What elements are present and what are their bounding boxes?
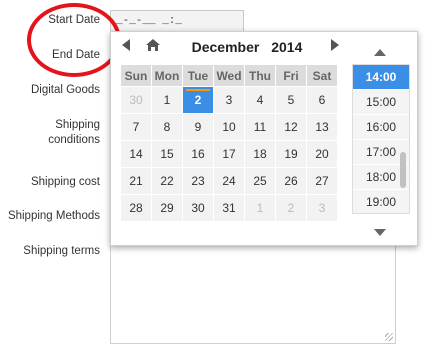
year-label[interactable]: 2014 bbox=[271, 39, 302, 55]
triangle-right-icon[interactable] bbox=[330, 38, 340, 58]
calendar-day[interactable]: 2 bbox=[275, 194, 307, 222]
calendar-day[interactable]: 25 bbox=[244, 167, 276, 195]
time-item[interactable]: 19:00 bbox=[353, 190, 409, 213]
calendar-day-selected[interactable]: 2 bbox=[182, 86, 214, 114]
calendar-day[interactable]: 10 bbox=[213, 113, 245, 141]
calendar-day[interactable]: 7 bbox=[120, 113, 152, 141]
weekday-header: Sat bbox=[306, 64, 338, 87]
shipping-cost-label: Shipping cost bbox=[30, 176, 100, 188]
triangle-left-icon[interactable] bbox=[121, 38, 131, 58]
datetime-picker: December 2014 Sun Mon Tue Wed Thu Fri Sat 30 1 2… bbox=[110, 31, 418, 246]
weekday-header: Thu bbox=[244, 64, 276, 87]
calendar-day[interactable]: 8 bbox=[151, 113, 183, 141]
time-item-selected[interactable]: 14:00 bbox=[353, 65, 409, 90]
calendar-grid: Sun Mon Tue Wed Thu Fri Sat 30 1 2 3 4 5 6 7 8 9 10 11 12 1… bbox=[120, 64, 338, 222]
time-item[interactable]: 16:00 bbox=[353, 115, 409, 140]
shipping-terms-textarea[interactable] bbox=[110, 240, 396, 344]
calendar-day[interactable]: 29 bbox=[151, 194, 183, 222]
weekday-header: Mon bbox=[151, 64, 183, 87]
calendar-day[interactable]: 30 bbox=[182, 194, 214, 222]
calendar-day[interactable]: 30 bbox=[120, 86, 152, 114]
calendar-week-row: 30 1 2 3 4 5 6 bbox=[120, 86, 338, 114]
calendar-day[interactable]: 27 bbox=[306, 167, 338, 195]
calendar-week-row: 28 29 30 31 1 2 3 bbox=[120, 194, 338, 222]
calendar-day[interactable]: 18 bbox=[244, 140, 276, 168]
calendar-day[interactable]: 3 bbox=[306, 194, 338, 222]
calendar-day[interactable]: 31 bbox=[213, 194, 245, 222]
calendar-day[interactable]: 20 bbox=[306, 140, 338, 168]
home-icon[interactable] bbox=[145, 38, 161, 58]
calendar-day[interactable]: 1 bbox=[244, 194, 276, 222]
digital-goods-label: Digital Goods bbox=[30, 84, 100, 96]
resize-grip-icon[interactable] bbox=[385, 333, 393, 341]
triangle-down-icon[interactable] bbox=[373, 225, 387, 236]
calendar-day[interactable]: 11 bbox=[244, 113, 276, 141]
shipping-terms-label: Shipping terms bbox=[23, 245, 100, 257]
calendar-day[interactable]: 1 bbox=[151, 86, 183, 114]
start-date-input[interactable]: _-_-__ _:_ bbox=[110, 10, 244, 32]
weekday-header: Wed bbox=[213, 64, 245, 87]
calendar-day[interactable]: 3 bbox=[213, 86, 245, 114]
calendar-day[interactable]: 19 bbox=[275, 140, 307, 168]
calendar-day[interactable]: 23 bbox=[182, 167, 214, 195]
calendar-day[interactable]: 14 bbox=[120, 140, 152, 168]
calendar-day[interactable]: 15 bbox=[151, 140, 183, 168]
calendar-week-row: 7 8 9 10 11 12 13 bbox=[120, 113, 338, 141]
calendar-day[interactable]: 5 bbox=[275, 86, 307, 114]
shipping-methods-label: Shipping Methods bbox=[7, 210, 100, 222]
annotation-circle bbox=[27, 3, 121, 77]
calendar-day[interactable]: 21 bbox=[120, 167, 152, 195]
calendar-day[interactable]: 12 bbox=[275, 113, 307, 141]
calendar-day[interactable]: 13 bbox=[306, 113, 338, 141]
weekday-header: Sun bbox=[120, 64, 152, 87]
shipping-conditions-label: Shipping conditions bbox=[48, 119, 100, 146]
calendar-week-row: 14 15 16 17 18 19 20 bbox=[120, 140, 338, 168]
time-list: 14:00 15:00 16:00 17:00 18:00 19:00 bbox=[352, 64, 410, 214]
calendar-day[interactable]: 17 bbox=[213, 140, 245, 168]
triangle-up-icon[interactable] bbox=[373, 44, 387, 56]
calendar-day[interactable]: 28 bbox=[120, 194, 152, 222]
time-scrollbar[interactable] bbox=[400, 152, 406, 188]
weekday-header: Tue bbox=[182, 64, 214, 87]
month-label[interactable]: December bbox=[192, 39, 260, 55]
calendar-day[interactable]: 16 bbox=[182, 140, 214, 168]
calendar-day[interactable]: 6 bbox=[306, 86, 338, 114]
calendar-day[interactable]: 9 bbox=[182, 113, 214, 141]
calendar-day[interactable]: 24 bbox=[213, 167, 245, 195]
calendar-week-row: 21 22 23 24 25 26 27 bbox=[120, 167, 338, 195]
weekday-header: Fri bbox=[275, 64, 307, 87]
calendar-day[interactable]: 22 bbox=[151, 167, 183, 195]
calendar-day[interactable]: 4 bbox=[244, 86, 276, 114]
month-year-title: December 2014 bbox=[171, 39, 323, 55]
time-item[interactable]: 15:00 bbox=[353, 90, 409, 115]
calendar-day[interactable]: 26 bbox=[275, 167, 307, 195]
